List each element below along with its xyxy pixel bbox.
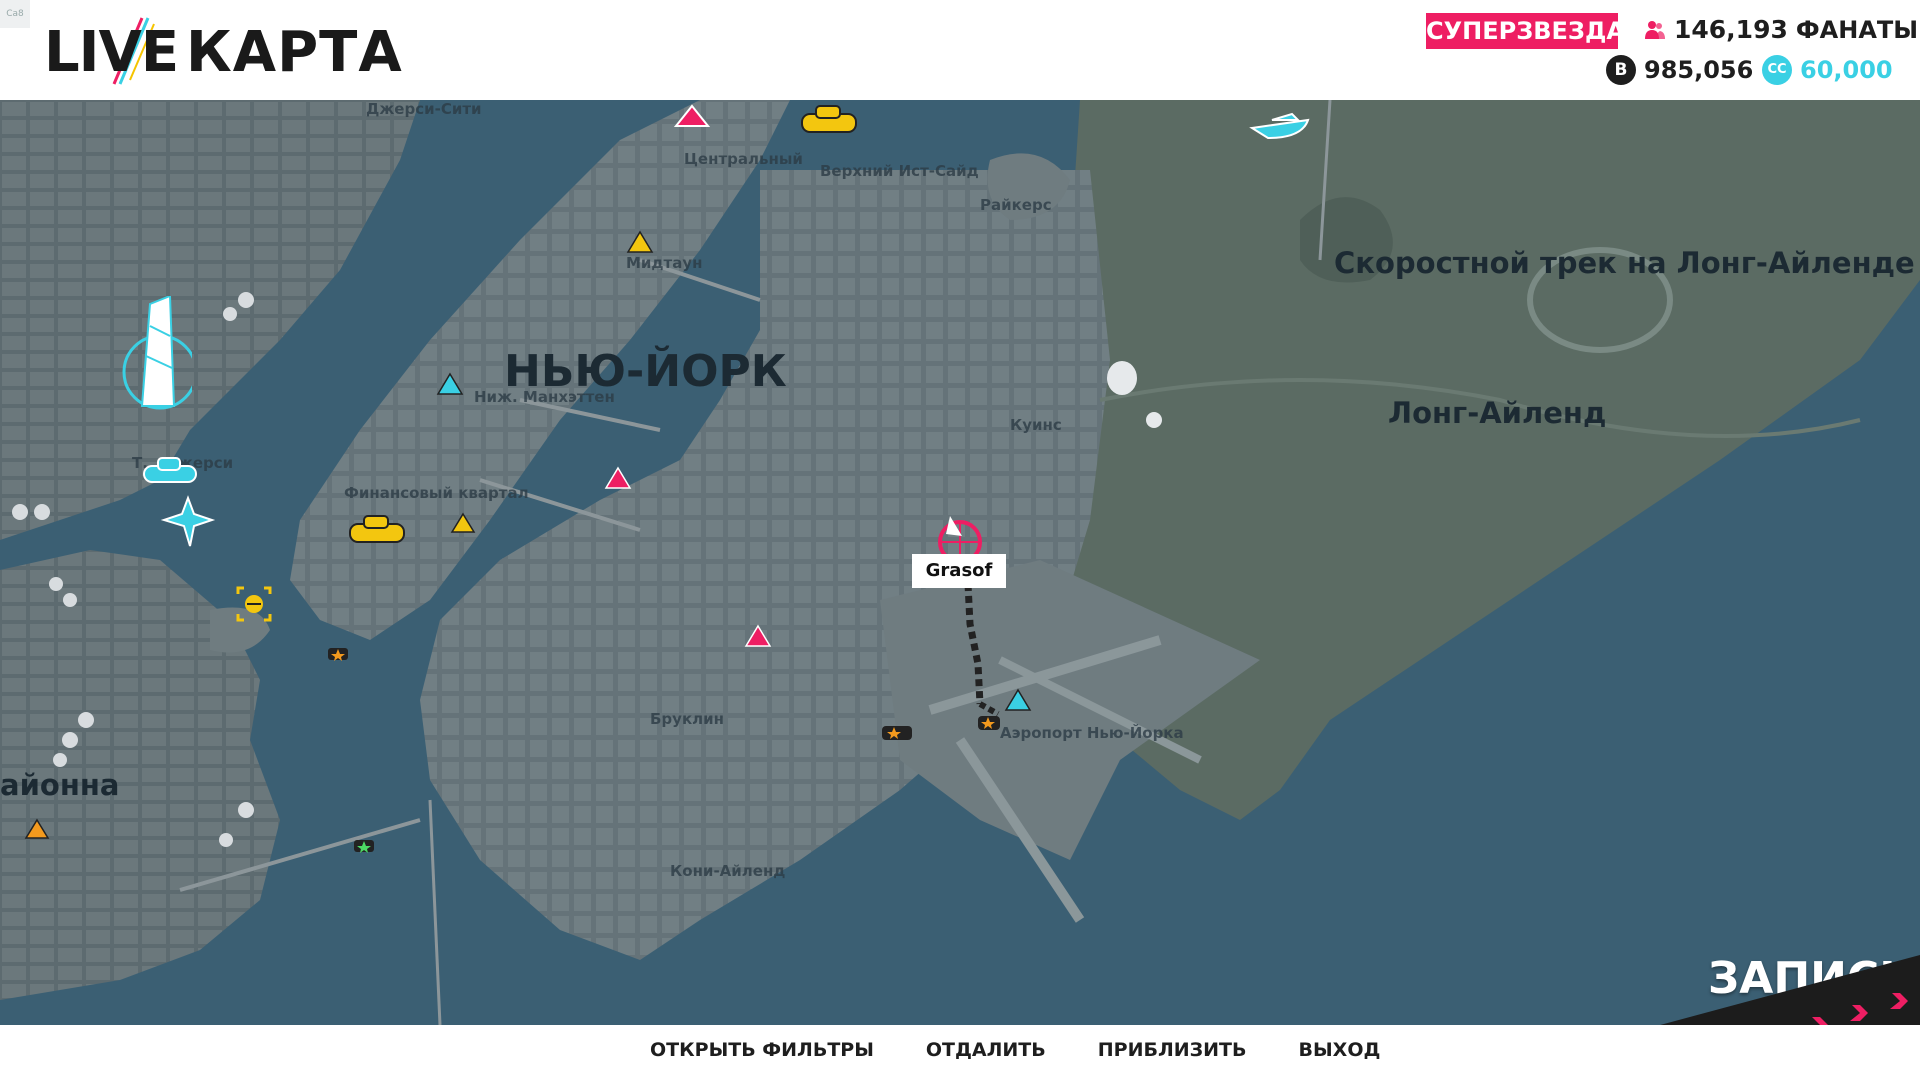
label-upper-east-side: Верхний Ист-Сайд <box>820 162 979 180</box>
label-financial-district: Финансовый квартал <box>344 484 529 502</box>
logo-live-text: LIVE <box>44 20 179 85</box>
world-map[interactable]: Джерси-Сити Центральный Верхний Ист-Сайд… <box>0 100 1920 1025</box>
crew-credits-amount: 60,000 <box>1800 56 1893 84</box>
event-marker-orange-icon[interactable] <box>24 818 50 840</box>
fans-count: 146,193 <box>1674 15 1788 44</box>
credits-amount: 985,056 <box>1644 56 1754 84</box>
green-star-marker-icon[interactable] <box>352 836 376 856</box>
speed-trap-icon[interactable] <box>234 584 274 624</box>
zoom-out-button[interactable]: ОТДАЛИТЬ <box>926 1039 1046 1061</box>
credits-counter: B 985,056 <box>1606 55 1753 85</box>
label-long-island: Лонг-Айленд <box>1388 396 1607 430</box>
taxi-car-icon[interactable] <box>346 506 408 554</box>
label-lower-manhattan: Ниж. Манхэттен <box>474 388 615 406</box>
label-jersey-city: Джерси-Сити <box>366 100 482 118</box>
corner-tag: Ca8 <box>0 0 30 28</box>
crew-credits-counter: CC 60,000 <box>1762 55 1893 85</box>
boat-icon[interactable] <box>1248 104 1312 144</box>
exit-button[interactable]: ВЫХОД <box>1299 1039 1381 1061</box>
label-coney-island: Кони-Айленд <box>670 862 786 880</box>
race-marker-icon[interactable] <box>744 624 772 648</box>
label-speedway: Скоростной трек на Лонг-Айленде <box>1334 246 1915 280</box>
logo-map-text: КАРТА <box>186 20 403 85</box>
fans-icon <box>1645 20 1665 39</box>
star-marker-icon[interactable] <box>326 644 350 664</box>
zoom-in-button[interactable]: ПРИБЛИЗИТЬ <box>1098 1039 1247 1061</box>
fans-label: ФАНАТЫ <box>1795 15 1919 44</box>
crew-credits-icon: CC <box>1762 55 1792 85</box>
credits-coin-icon: B <box>1606 55 1636 85</box>
player-name-tag: Grasof <box>912 554 1006 588</box>
race-marker-icon[interactable] <box>674 104 710 128</box>
rank-badge: СУПЕРЗВЕЗДА <box>1426 13 1625 49</box>
taxi-car-icon[interactable] <box>798 100 860 140</box>
event-marker-yellow-icon[interactable] <box>626 230 654 254</box>
event-marker-blue-icon[interactable] <box>436 372 464 396</box>
top-bar: Ca8 LIVE КАРТА СУПЕРЗВЕЗДА 146,193 ФАНАТ… <box>0 0 1920 100</box>
label-brooklyn: Бруклин <box>650 710 724 728</box>
label-central-park: Центральный <box>684 150 803 168</box>
map-actions: ОТКРЫТЬ ФИЛЬТРЫ ОТДАЛИТЬ ПРИБЛИЗИТЬ ВЫХО… <box>650 1039 1380 1061</box>
label-rikers: Райкерс <box>980 196 1052 214</box>
race-marker-icon[interactable] <box>604 466 632 490</box>
bottom-bar: ОТКРЫТЬ ФИЛЬТРЫ ОТДАЛИТЬ ПРИБЛИЗИТЬ ВЫХО… <box>0 1025 1920 1080</box>
label-region-cut: айонна <box>0 768 120 802</box>
sports-car-icon[interactable] <box>140 450 200 490</box>
gps-route <box>964 583 1000 717</box>
fans-counter: 146,193 ФАНАТЫ <box>1644 15 1918 44</box>
star-marker-icon[interactable] <box>880 722 914 744</box>
label-airport: Аэропорт Нью-Йорка <box>1000 724 1184 742</box>
label-queens: Куинс <box>1010 416 1062 434</box>
label-midtown: Мидтаун <box>626 254 703 272</box>
open-filters-button[interactable]: ОТКРЫТЬ ФИЛЬТРЫ <box>650 1039 874 1061</box>
event-marker-yellow-icon[interactable] <box>450 512 476 534</box>
skyscraper-landmark-icon[interactable] <box>116 296 192 426</box>
plane-icon[interactable] <box>160 494 216 550</box>
